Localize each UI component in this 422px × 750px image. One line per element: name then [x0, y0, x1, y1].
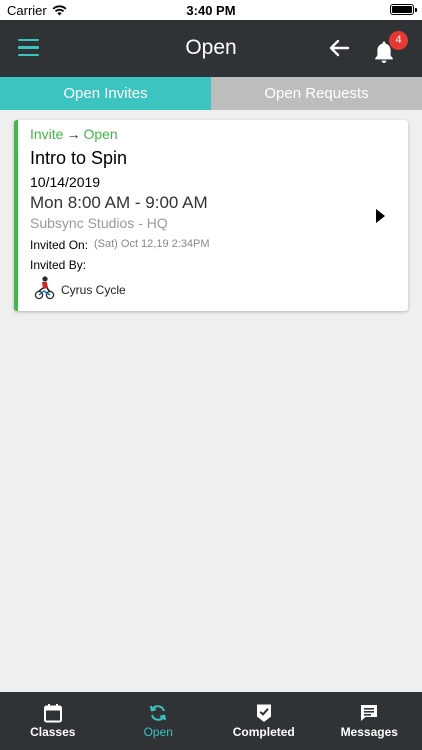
nav-messages[interactable]: Messages	[317, 692, 422, 750]
message-icon	[361, 705, 378, 721]
class-title: Intro to Spin	[30, 148, 128, 168]
bottom-nav: Classes Open Completed Messages	[0, 692, 422, 750]
class-location: Subsync Studios - HQ	[30, 215, 168, 231]
notifications-button[interactable]: 4	[372, 31, 412, 68]
nav-classes[interactable]: Classes	[0, 692, 106, 750]
refresh-icon	[150, 705, 167, 721]
class-time: Mon 8:00 AM - 9:00 AM	[30, 193, 208, 212]
nav-classes-label: Classes	[30, 725, 76, 739]
notification-count-badge: 4	[389, 31, 408, 50]
nav-open-label: Open	[143, 725, 173, 739]
status-time: 3:40 PM	[186, 3, 236, 18]
status-bar: Carrier 3:40 PM	[0, 0, 422, 20]
nav-completed-label: Completed	[232, 725, 295, 739]
avatar	[33, 275, 55, 301]
tab-open-invites[interactable]: Open Invites	[0, 77, 211, 110]
battery-icon	[390, 4, 417, 15]
status-to: Open	[83, 126, 118, 142]
check-badge-icon	[256, 704, 271, 722]
tab-bar: Open Invites Open Requests	[0, 77, 422, 110]
invite-status: Invite → Open	[30, 126, 118, 142]
chevron-right-icon[interactable]	[374, 208, 386, 224]
invited-by-label: Invited By:	[30, 258, 87, 272]
calendar-icon	[43, 704, 62, 723]
nav-completed[interactable]: Completed	[211, 692, 317, 750]
page-title: Open	[185, 36, 237, 59]
invited-on-label: Invited On:	[30, 238, 89, 252]
invited-on-value: (Sat) Oct 12,19 2:34PM	[94, 238, 210, 250]
nav-messages-label: Messages	[340, 725, 398, 739]
app-header: Open 4	[0, 20, 422, 77]
invite-card[interactable]: Invite → Open Intro to Spin 10/14/2019 Mon…	[14, 120, 408, 311]
class-date: 10/14/2019	[30, 174, 101, 190]
status-arrow: →	[66, 126, 81, 142]
back-arrow-icon[interactable]	[328, 37, 350, 59]
inviter-name: Cyrus Cycle	[61, 283, 126, 297]
tab-open-requests[interactable]: Open Requests	[211, 77, 422, 110]
status-from: Invite	[30, 126, 64, 142]
nav-open[interactable]: Open	[106, 692, 212, 750]
